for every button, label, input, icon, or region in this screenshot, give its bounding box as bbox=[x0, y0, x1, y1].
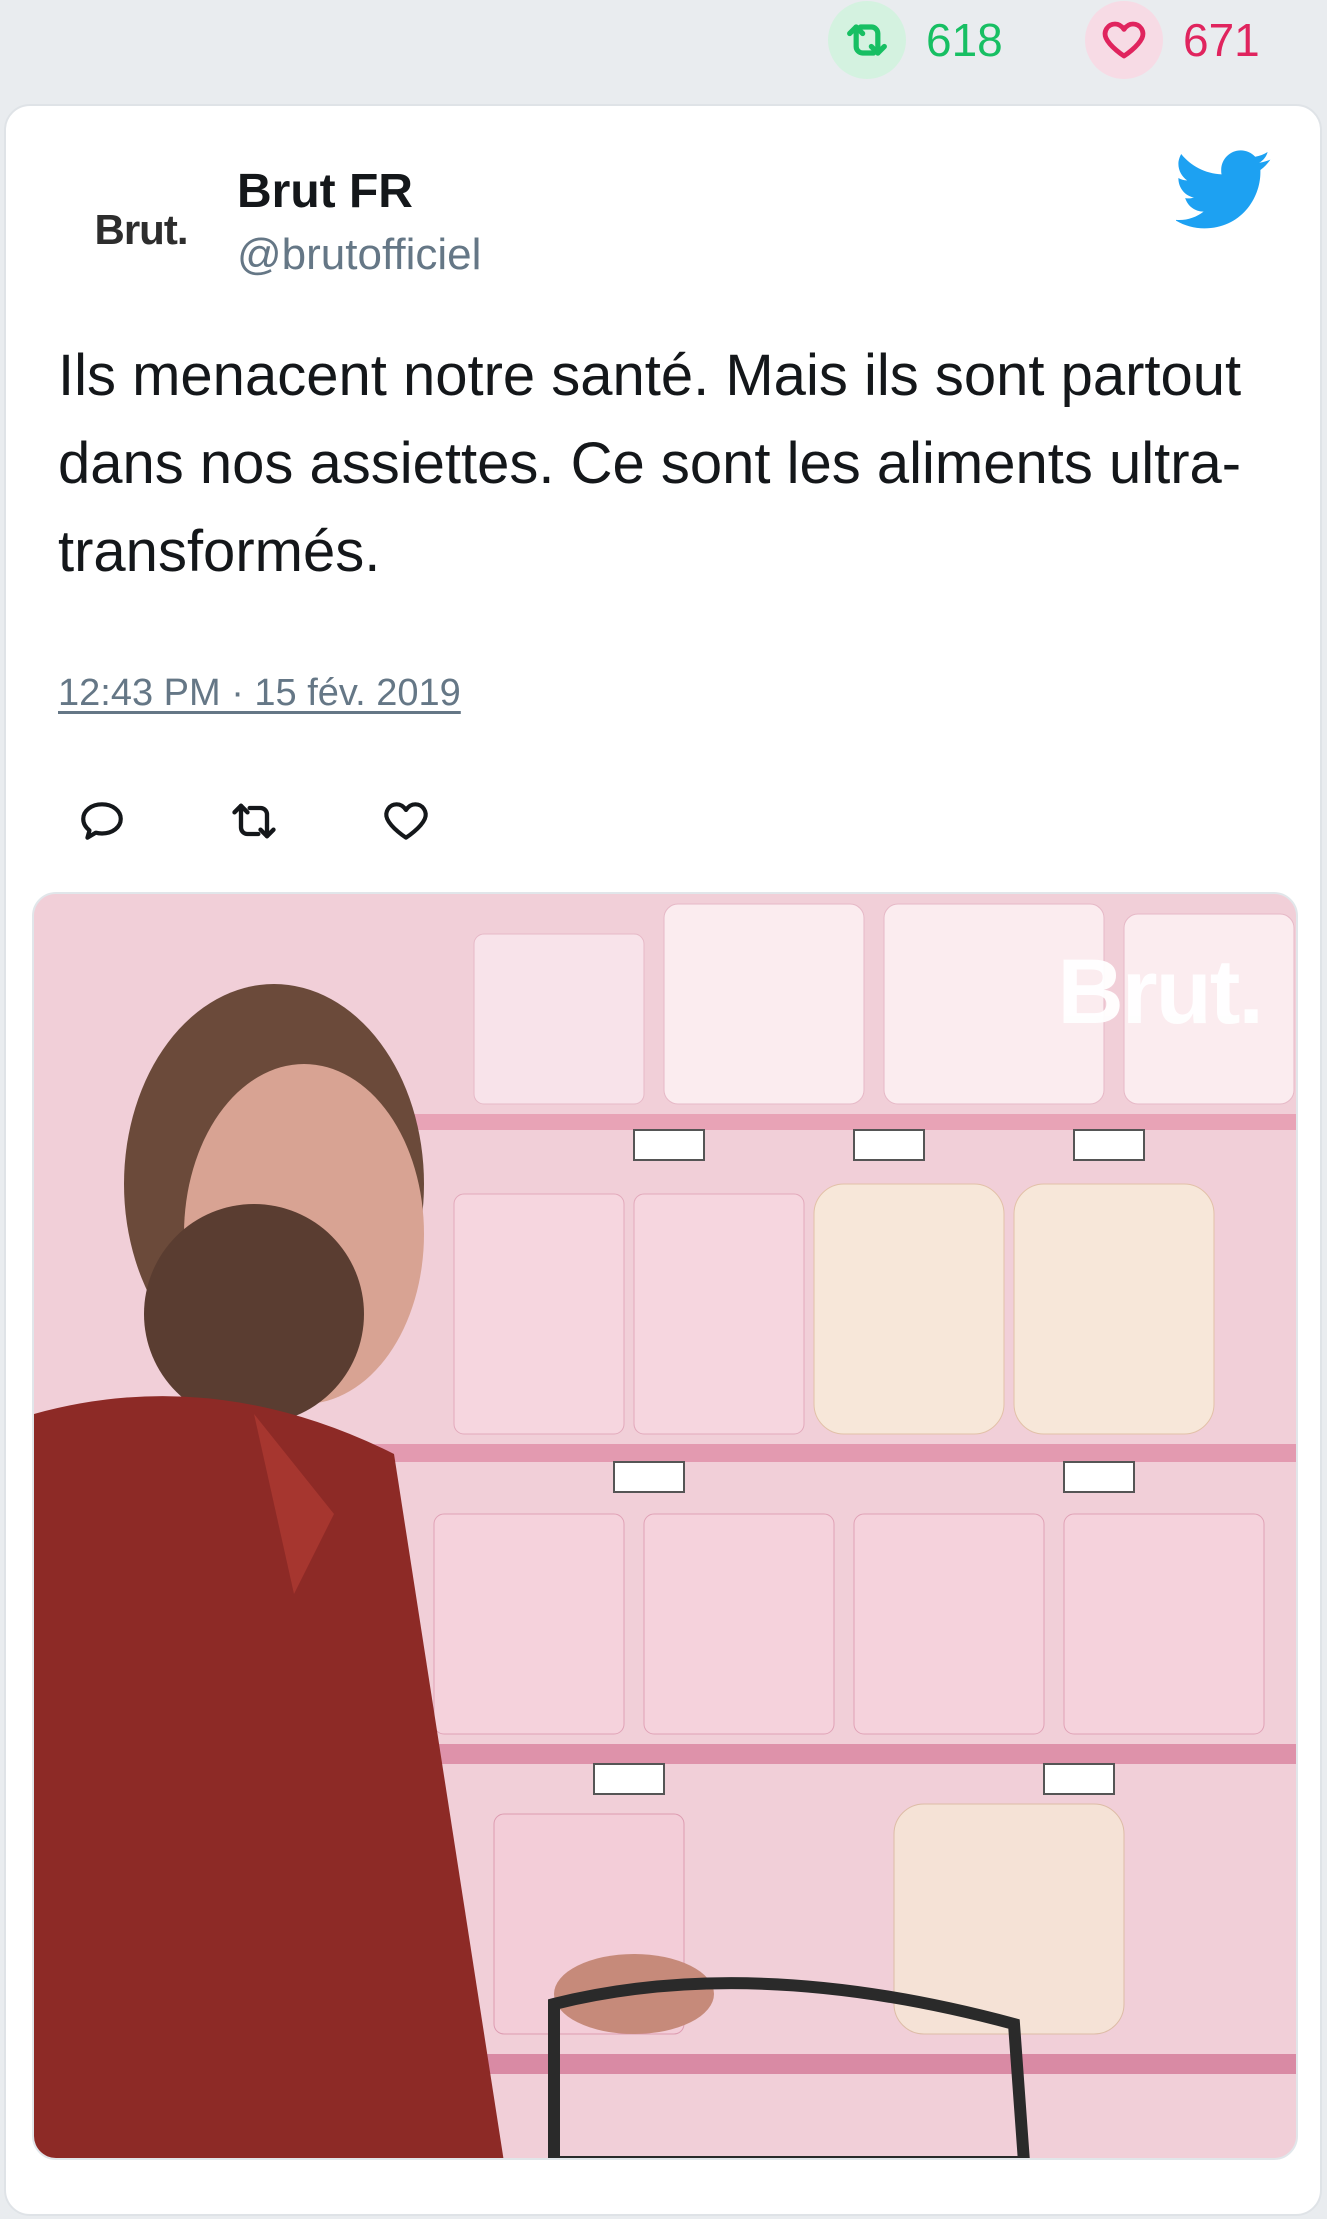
heart-icon[interactable] bbox=[1085, 1, 1163, 79]
author-name[interactable]: Brut FR bbox=[237, 164, 413, 219]
tweet-text: Ils menacent notre santé. Mais ils sont … bbox=[58, 343, 1242, 584]
retweet-stat[interactable]: 618 bbox=[828, 1, 1003, 79]
retweet-icon[interactable] bbox=[828, 1, 906, 79]
retweet-action-icon[interactable] bbox=[224, 791, 284, 851]
like-action-icon[interactable] bbox=[376, 791, 436, 851]
tweet-timestamp[interactable]: 12:43 PM · 15 fév. 2019 bbox=[58, 672, 461, 715]
tweet-card[interactable]: Brut. Brut FR @brutofficiel Ils menacent… bbox=[4, 104, 1322, 2216]
author-handle[interactable]: @brutofficiel bbox=[237, 230, 481, 280]
tweet-actions bbox=[72, 786, 528, 856]
twitter-bird-icon[interactable] bbox=[1174, 150, 1272, 230]
author-avatar[interactable]: Brut. bbox=[66, 180, 216, 280]
retweet-count: 618 bbox=[926, 14, 1003, 66]
video-thumbnail bbox=[34, 894, 1296, 2158]
reply-icon[interactable] bbox=[72, 791, 132, 851]
like-stat[interactable]: 671 bbox=[1085, 1, 1260, 79]
like-count: 671 bbox=[1183, 14, 1260, 66]
tweet-media[interactable]: Brut. bbox=[32, 892, 1298, 2160]
media-watermark: Brut. bbox=[1057, 941, 1264, 1043]
avatar-logo-text: Brut. bbox=[94, 206, 189, 253]
engagement-bar: 618 671 bbox=[0, 0, 1327, 100]
